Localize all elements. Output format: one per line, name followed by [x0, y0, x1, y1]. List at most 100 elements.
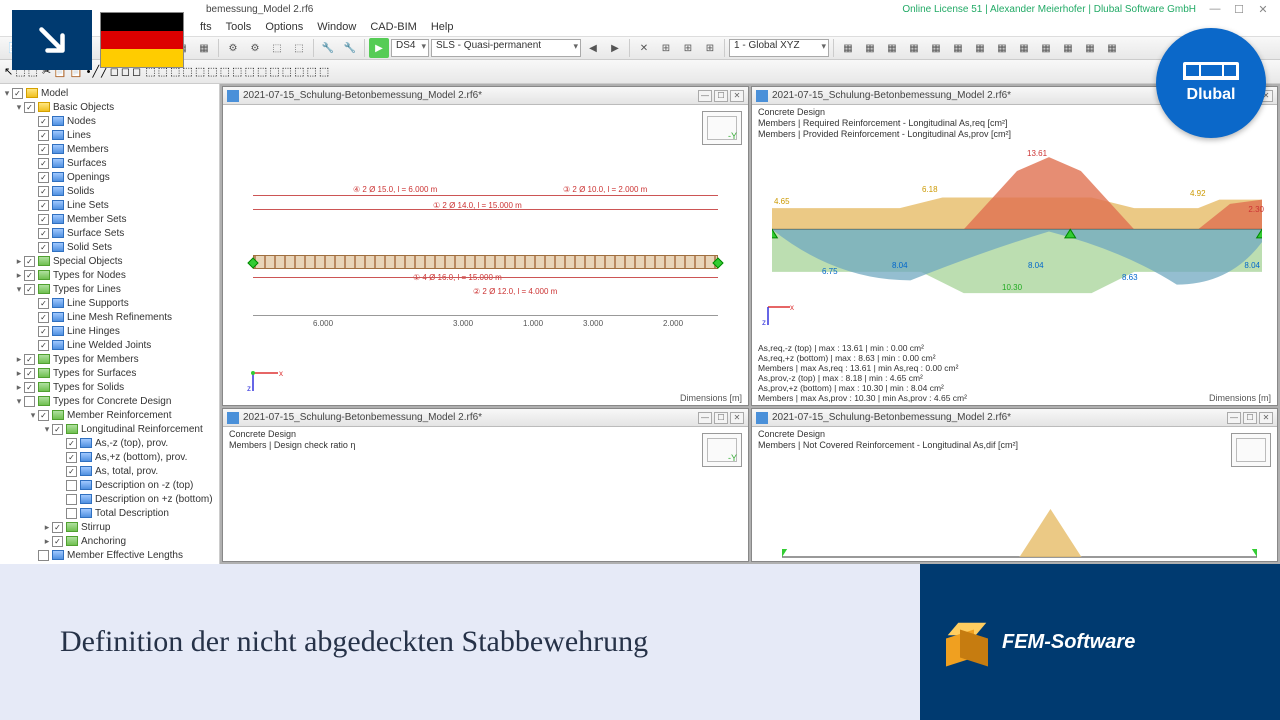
toolbar-button[interactable]: ⊞ — [656, 38, 676, 58]
toolbar-button[interactable]: ⬚ — [257, 65, 267, 78]
minimize-button[interactable]: — — [1204, 3, 1226, 16]
tree-item[interactable]: ✓Members — [0, 142, 219, 156]
tree-item[interactable]: ✓Line Welded Joints — [0, 338, 219, 352]
toolbar-button[interactable]: ⬚ — [289, 38, 309, 58]
checkbox[interactable] — [38, 550, 49, 561]
checkbox[interactable]: ✓ — [24, 284, 35, 295]
checkbox[interactable]: ✓ — [24, 270, 35, 281]
checkbox[interactable]: ✓ — [52, 424, 63, 435]
tree-item[interactable]: ▸✓Types for Surfaces — [0, 366, 219, 380]
close-button[interactable]: ✕ — [1252, 3, 1274, 16]
checkbox[interactable]: ✓ — [38, 200, 49, 211]
toolbar-button[interactable]: ⬚ — [244, 65, 254, 78]
expand-icon[interactable]: ▸ — [14, 270, 24, 281]
tree-item[interactable]: ✓Surfaces — [0, 156, 219, 170]
toolbar-button[interactable]: ╱ — [93, 65, 100, 78]
checkbox[interactable] — [66, 494, 77, 505]
tree-item[interactable]: ✓Member Sets — [0, 212, 219, 226]
navigator-tree[interactable]: ▾✓Model▾✓Basic Objects✓Nodes✓Lines✓Membe… — [0, 84, 220, 564]
toolbar-button[interactable]: ⚙ — [245, 38, 265, 58]
checkbox[interactable]: ✓ — [38, 298, 49, 309]
tree-item[interactable]: ✓Line Hinges — [0, 324, 219, 338]
toolbar-button[interactable]: ⊞ — [700, 38, 720, 58]
expand-icon[interactable]: ▾ — [42, 424, 52, 435]
toolbar-button[interactable]: ⬚ — [294, 65, 304, 78]
checkbox[interactable]: ✓ — [66, 466, 77, 477]
checkbox[interactable]: ✓ — [38, 116, 49, 127]
toolbar-button[interactable]: ⬚ — [195, 65, 205, 78]
combo-design-situation[interactable]: DS4 — [391, 39, 429, 57]
vp-min-button[interactable]: — — [698, 90, 712, 102]
checkbox[interactable]: ✓ — [38, 340, 49, 351]
checkbox[interactable] — [66, 480, 77, 491]
toolbar-button[interactable]: ◀ — [583, 38, 603, 58]
tree-item[interactable]: ✓As,+z (bottom), prov. — [0, 450, 219, 464]
expand-icon[interactable]: ▸ — [14, 354, 24, 365]
toolbar-button[interactable]: ⬚ — [319, 65, 329, 78]
tree-item[interactable]: ✓Surface Sets — [0, 226, 219, 240]
expand-icon[interactable]: ▸ — [14, 368, 24, 379]
menu-item[interactable]: CAD-BIM — [370, 21, 416, 33]
checkbox[interactable]: ✓ — [38, 172, 49, 183]
toolbar-button[interactable]: ⬚ — [220, 65, 230, 78]
checkbox[interactable] — [24, 396, 35, 407]
checkbox[interactable]: ✓ — [66, 452, 77, 463]
toolbar-button[interactable]: ⬚ — [267, 38, 287, 58]
checkbox[interactable]: ✓ — [38, 410, 49, 421]
checkbox[interactable]: ✓ — [24, 368, 35, 379]
tree-item[interactable]: ▾✓Member Reinforcement — [0, 408, 219, 422]
expand-icon[interactable]: ▾ — [14, 284, 24, 295]
menu-item[interactable]: Tools — [226, 21, 252, 33]
maximize-button[interactable]: ☐ — [1228, 3, 1250, 16]
checkbox[interactable]: ✓ — [38, 130, 49, 141]
toolbar-button[interactable]: ✕ — [634, 38, 654, 58]
view-cube-icon[interactable] — [1231, 433, 1271, 467]
view-cube-icon[interactable]: -Y — [702, 111, 742, 145]
checkbox[interactable]: ✓ — [38, 214, 49, 225]
toolbar-button[interactable]: ▦ — [1058, 38, 1078, 58]
combo-coord-system[interactable]: 1 - Global XYZ — [729, 39, 829, 57]
vp-max-button[interactable]: ☐ — [1243, 412, 1257, 424]
checkbox[interactable]: ✓ — [38, 242, 49, 253]
expand-icon[interactable]: ▸ — [42, 522, 52, 533]
toolbar-button[interactable]: ▦ — [948, 38, 968, 58]
tree-item[interactable]: ✓Lines — [0, 128, 219, 142]
toolbar-button[interactable]: ⬚ — [269, 65, 279, 78]
tree-item[interactable]: ▸✓Types for Nodes — [0, 268, 219, 282]
viewport-top-left[interactable]: 2021-07-15_Schulung-Betonbemessung_Model… — [222, 86, 749, 406]
toolbar-button[interactable]: ⬚ — [232, 65, 242, 78]
menu-item[interactable]: fts — [200, 21, 212, 33]
toolbar-button[interactable]: ⬚ — [282, 65, 292, 78]
vp-max-button[interactable]: ☐ — [714, 412, 728, 424]
checkbox[interactable]: ✓ — [52, 536, 63, 547]
tree-item[interactable]: ✓As, total, prov. — [0, 464, 219, 478]
menu-item[interactable]: Window — [317, 21, 356, 33]
tree-item[interactable]: ✓Openings — [0, 170, 219, 184]
vp-close-button[interactable]: ✕ — [1259, 412, 1273, 424]
tree-item[interactable]: ✓As,-z (top), prov. — [0, 436, 219, 450]
expand-icon[interactable]: ▾ — [14, 396, 24, 407]
toolbar-button[interactable]: ▦ — [194, 38, 214, 58]
checkbox[interactable]: ✓ — [66, 438, 77, 449]
toolbar-button[interactable]: ⬚ — [207, 65, 217, 78]
checkbox[interactable]: ✓ — [24, 382, 35, 393]
tree-item[interactable]: ▾✓Basic Objects — [0, 100, 219, 114]
toolbar-button[interactable]: ▦ — [1014, 38, 1034, 58]
checkbox[interactable]: ✓ — [38, 158, 49, 169]
toolbar-button[interactable]: ▦ — [1036, 38, 1056, 58]
toolbar-button[interactable]: ▦ — [838, 38, 858, 58]
combo-load-case[interactable]: SLS - Quasi-permanent — [431, 39, 581, 57]
toolbar-button[interactable]: ⬚ — [306, 65, 316, 78]
expand-icon[interactable]: ▾ — [14, 102, 24, 113]
tree-item[interactable]: ▾Types for Concrete Design — [0, 394, 219, 408]
checkbox[interactable]: ✓ — [24, 256, 35, 267]
tree-item[interactable]: ▸✓Types for Members — [0, 352, 219, 366]
tree-item[interactable]: ▾✓Model — [0, 86, 219, 100]
toolbar-button[interactable]: ▶ — [369, 38, 389, 58]
toolbar-button[interactable]: 🔧 — [340, 38, 360, 58]
tree-item[interactable]: ▾✓Types for Lines — [0, 282, 219, 296]
toolbar-button[interactable]: ▦ — [970, 38, 990, 58]
checkbox[interactable] — [66, 508, 77, 519]
toolbar-button[interactable]: ▦ — [1102, 38, 1122, 58]
toolbar-button[interactable]: ▶ — [605, 38, 625, 58]
